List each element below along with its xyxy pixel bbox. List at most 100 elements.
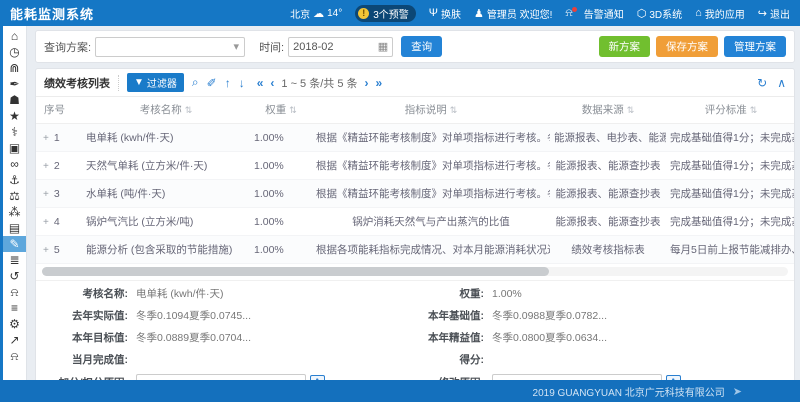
org-chart-icon[interactable]: ⁂ (3, 204, 26, 220)
row-no: 5 (54, 244, 60, 256)
cell-source: 能源报表、能源查抄表 (550, 180, 666, 208)
change-skin-button[interactable]: Ψ 换肤 (429, 6, 461, 21)
search-button[interactable]: 查询 (401, 36, 442, 57)
sort-icon: ⇅ (450, 105, 458, 115)
notify-bell-icon[interactable]: ⍾ (3, 348, 26, 364)
shield-icon[interactable]: ☗ (3, 92, 26, 108)
manage-plan-button[interactable]: 管理方案 (724, 36, 786, 57)
query-bar: 查询方案: ▾ 时间: 2018-02 ▦ 查询 新方案 保存方案 管理方案 (35, 30, 795, 63)
tablet-icon[interactable]: ▣ (3, 140, 26, 156)
move-down-icon[interactable]: ↓ (239, 76, 245, 90)
row-expander-icon[interactable]: + (43, 245, 49, 256)
cell-score: 完成基础值得1分；未完成基础值扣0.1分；完成目标值奖励0.05分；完成 (666, 180, 795, 208)
row-expander-icon[interactable]: + (43, 189, 49, 200)
first-page-icon[interactable]: « (257, 76, 264, 90)
edit-icon-active[interactable]: ✎ (3, 236, 26, 252)
plane-icon: ➤ (733, 385, 742, 398)
my-apps-button[interactable]: ⌂ 我的应用 (695, 6, 745, 21)
document-icon[interactable]: ≣ (3, 252, 26, 268)
my-apps-label: 我的应用 (705, 6, 745, 21)
user-menu[interactable]: ♟ 管理员 欢迎您! (474, 6, 552, 21)
user-welcome-label: 管理员 欢迎您! (487, 6, 553, 21)
col-header-weight[interactable]: 权重 ⇅ (250, 97, 312, 124)
cell-score: 完成基础值得1分；未完成基础值扣0.15分；完成目标值奖励0.05分；完成 (666, 124, 795, 152)
cell-weight: 1.00% (250, 208, 312, 236)
plan-select[interactable]: ▾ (95, 37, 245, 57)
table-row[interactable]: +2 天然气单耗 (立方米/件·天) 1.00% 根据《精益环能考核制度》对单项… (36, 152, 795, 180)
history-icon[interactable]: ↺ (3, 268, 26, 284)
next-page-icon[interactable]: › (365, 76, 369, 90)
logout-button[interactable]: ↪ 退出 (758, 6, 790, 21)
panel-toolbar: 绩效考核列表 ▼ 过滤器 ⌕ ✐ ↑ ↓ « ‹ 1 ~ 5 条/共 5 条 ›… (36, 69, 794, 97)
search-icon[interactable]: ⌕ (192, 75, 199, 90)
assessment-table: 序号 考核名称 ⇅ 权重 ⇅ 指标说明 ⇅ 数据来源 ⇅ 评分标准 ⇅ +1 电… (36, 97, 795, 264)
cell-desc: 根据《精益环能考核制度》对单项指标进行考核。冬季1-3月、11-12月；夏季5-… (312, 152, 550, 180)
star-badge-icon[interactable]: ★ (3, 108, 26, 124)
calendar-icon: ▦ (378, 40, 388, 53)
table-row[interactable]: +4 锅炉气汽比 (立方米/吨) 1.00% 锅炉消耗天然气与产出蒸汽的比值 能… (36, 208, 795, 236)
month-complete-label: 当月完成值: (44, 352, 136, 367)
refresh-icon[interactable]: ↻ (757, 76, 767, 90)
cloud-icon: ☁ (313, 7, 324, 20)
bell-icon[interactable]: ⍾ (3, 284, 26, 300)
alarm-notice-button[interactable]: ⍾ 告警通知 (565, 6, 623, 21)
exit-icon: ↪ (758, 7, 767, 20)
prev-page-icon[interactable]: ‹ (270, 76, 274, 90)
cell-source: 绩效考核指标表 (550, 236, 666, 264)
app-title: 能耗监测系统 (10, 4, 94, 23)
menu-icon[interactable]: ≡ (3, 300, 26, 316)
clock-icon[interactable]: ◷ (3, 44, 26, 60)
filter-button[interactable]: ▼ 过滤器 (127, 73, 184, 92)
cell-weight: 1.00% (250, 152, 312, 180)
table-row[interactable]: +3 水单耗 (吨/件·天) 1.00% 根据《精益环能考核制度》对单项指标进行… (36, 180, 795, 208)
cell-score: 每月5日前上报节能减排办、延期上报扣0.1分；内容包含能源消耗分析及节能措 (666, 236, 795, 264)
col-header-score[interactable]: 评分标准 ⇅ (666, 97, 795, 124)
table-row[interactable]: +1 电单耗 (kwh/件·天) 1.00% 根据《精益环能考核制度》对单项指标… (36, 124, 795, 152)
page-info-label: 1 ~ 5 条/共 5 条 (281, 75, 357, 91)
row-no: 2 (54, 160, 60, 172)
scale-icon[interactable]: ⚖ (3, 188, 26, 204)
save-plan-button[interactable]: 保存方案 (656, 36, 718, 57)
home-icon: ⌂ (695, 7, 702, 19)
scrollbar-thumb[interactable] (42, 267, 549, 276)
binoculars-icon[interactable]: ⋒ (3, 60, 26, 76)
anchor-icon[interactable]: ⚓ (3, 172, 26, 188)
sort-icon: ⇅ (627, 105, 635, 115)
3d-system-label: 3D系统 (649, 6, 682, 21)
ink-pen-icon[interactable]: ✒ (3, 76, 26, 92)
alert-count-badge[interactable]: ! 3个预警 (355, 5, 416, 22)
footer-bar: 2019 GUANGYUAN 北京广元科技有限公司 ➤ (0, 380, 800, 402)
cell-source: 能源报表、电抄表、能源查抄表 (550, 124, 666, 152)
gear-icon[interactable]: ⚙ (3, 316, 26, 332)
new-plan-button[interactable]: 新方案 (599, 36, 651, 57)
last-page-icon[interactable]: » (376, 76, 383, 90)
row-no: 1 (54, 132, 60, 144)
sort-icon: ⇅ (289, 105, 297, 115)
links-icon[interactable]: ∞ (3, 156, 26, 172)
collapse-icon[interactable]: ∧ (777, 76, 786, 90)
col-header-desc[interactable]: 指标说明 ⇅ (312, 97, 550, 124)
col-header-source[interactable]: 数据来源 ⇅ (550, 97, 666, 124)
row-expander-icon[interactable]: + (43, 161, 49, 172)
row-expander-icon[interactable]: + (43, 217, 49, 228)
clear-filter-icon[interactable]: ✐ (207, 76, 217, 90)
table-row[interactable]: +5 能源分析 (包含采取的节能措施) 1.00% 根据各项能耗指标完成情况、对… (36, 236, 795, 264)
detail-form: 考核名称: 电单耗 (kwh/件·天) 权重: 1.00% 去年实际值: 冬季0… (36, 280, 794, 380)
cell-source: 能源报表、能源查抄表 (550, 208, 666, 236)
col-header-name[interactable]: 考核名称 ⇅ (82, 97, 250, 124)
stethoscope-icon[interactable]: ⚕ (3, 124, 26, 140)
3d-system-button[interactable]: ⬡ 3D系统 (637, 6, 682, 21)
money-icon[interactable]: ▤ (3, 220, 26, 236)
home-icon[interactable]: ⌂ (3, 28, 26, 44)
time-picker[interactable]: 2018-02 ▦ (288, 37, 393, 57)
sidebar-nav: ⌂ ◷ ⋒ ✒ ☗ ★ ⚕ ▣ ∞ ⚓ ⚖ ⁂ ▤ ✎ ≣ ↺ ⍾ ≡ ⚙ ↗ … (0, 26, 27, 380)
row-expander-icon[interactable]: + (43, 133, 49, 144)
cell-desc: 根据各项能耗指标完成情况、对本月能源消耗状况进行分析，并说明改进措施。 (312, 236, 550, 264)
col-header-no[interactable]: 序号 (36, 97, 82, 124)
lean-label: 本年精益值: (404, 330, 492, 345)
chart-line-icon[interactable]: ↗ (3, 332, 26, 348)
cell-score: 完成基础值得1分；未完成基础值扣0.1分；完成目标值奖励0.05分；完成 (666, 208, 795, 236)
row-no: 4 (54, 216, 60, 228)
horizontal-scrollbar[interactable] (42, 267, 788, 276)
move-up-icon[interactable]: ↑ (225, 76, 231, 90)
